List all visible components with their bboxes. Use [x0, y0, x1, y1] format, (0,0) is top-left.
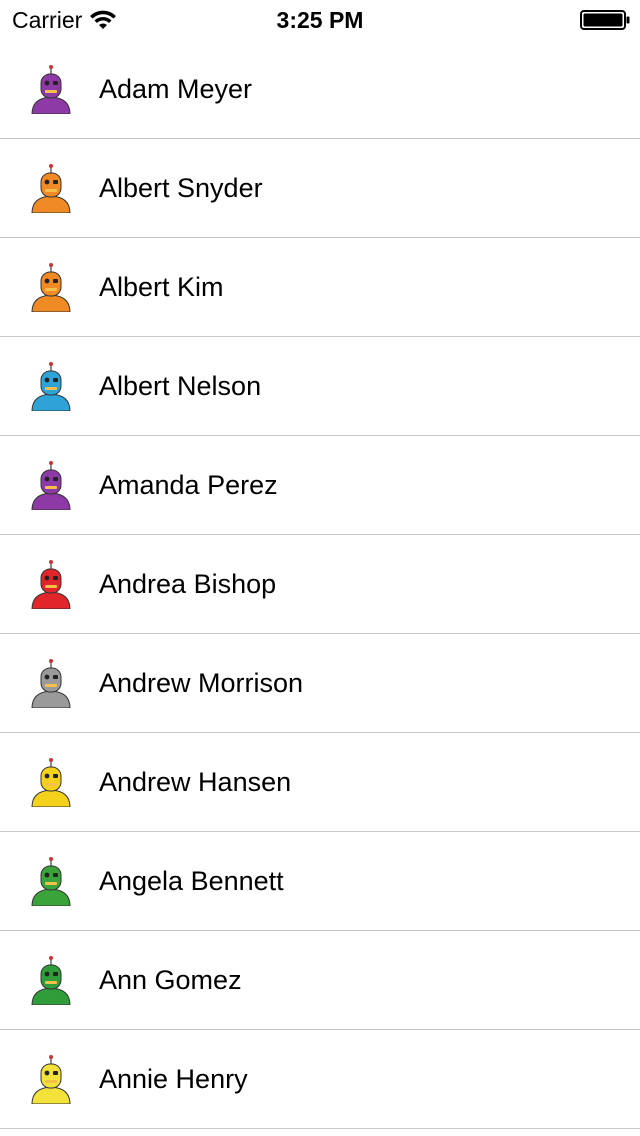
status-time: 3:25 PM [276, 7, 364, 33]
robot-avatar-icon [31, 1055, 71, 1104]
robot-avatar-icon [31, 461, 71, 510]
robot-avatar-icon [31, 65, 71, 114]
contact-row[interactable]: Adam Meyer [0, 40, 640, 139]
robot-avatar-icon [31, 758, 71, 807]
robot-avatar-icon [31, 560, 71, 609]
contact-row[interactable]: Angela Bennett [0, 832, 640, 931]
contact-row[interactable]: Albert Nelson [0, 337, 640, 436]
contact-name: Andrew Morrison [99, 668, 304, 698]
contact-name: Albert Nelson [99, 371, 262, 401]
battery-icon [580, 10, 630, 30]
contact-list: Adam Meyer Albert Snyder Albert Kim Albert … [0, 40, 640, 1129]
contact-name: Angela Bennett [99, 866, 284, 896]
status-bar: Carrier 3:25 PM [0, 0, 640, 40]
contact-name: Ann Gomez [99, 965, 242, 995]
contact-name: Amanda Perez [99, 470, 278, 500]
contact-name: Albert Snyder [99, 173, 263, 203]
contact-name: Andrea Bishop [99, 569, 277, 599]
contact-name: Annie Henry [99, 1064, 248, 1094]
contact-row[interactable]: Andrew Hansen [0, 733, 640, 832]
robot-avatar-icon [31, 956, 71, 1005]
robot-avatar-icon [31, 164, 71, 213]
contact-name: Albert Kim [99, 272, 224, 302]
contact-name: Andrew Hansen [99, 767, 292, 797]
contact-row[interactable]: Albert Kim [0, 238, 640, 337]
contact-row[interactable]: Ann Gomez [0, 931, 640, 1030]
robot-avatar-icon [31, 659, 71, 708]
contact-row[interactable]: Albert Snyder [0, 139, 640, 238]
robot-avatar-icon [31, 362, 71, 411]
robot-avatar-icon [31, 263, 71, 312]
contact-name: Adam Meyer [99, 74, 253, 104]
contact-row[interactable]: Andrew Morrison [0, 634, 640, 733]
robot-avatar-icon [31, 857, 71, 906]
contact-row[interactable]: Andrea Bishop [0, 535, 640, 634]
contact-row[interactable]: Annie Henry [0, 1030, 640, 1129]
contact-row[interactable]: Amanda Perez [0, 436, 640, 535]
